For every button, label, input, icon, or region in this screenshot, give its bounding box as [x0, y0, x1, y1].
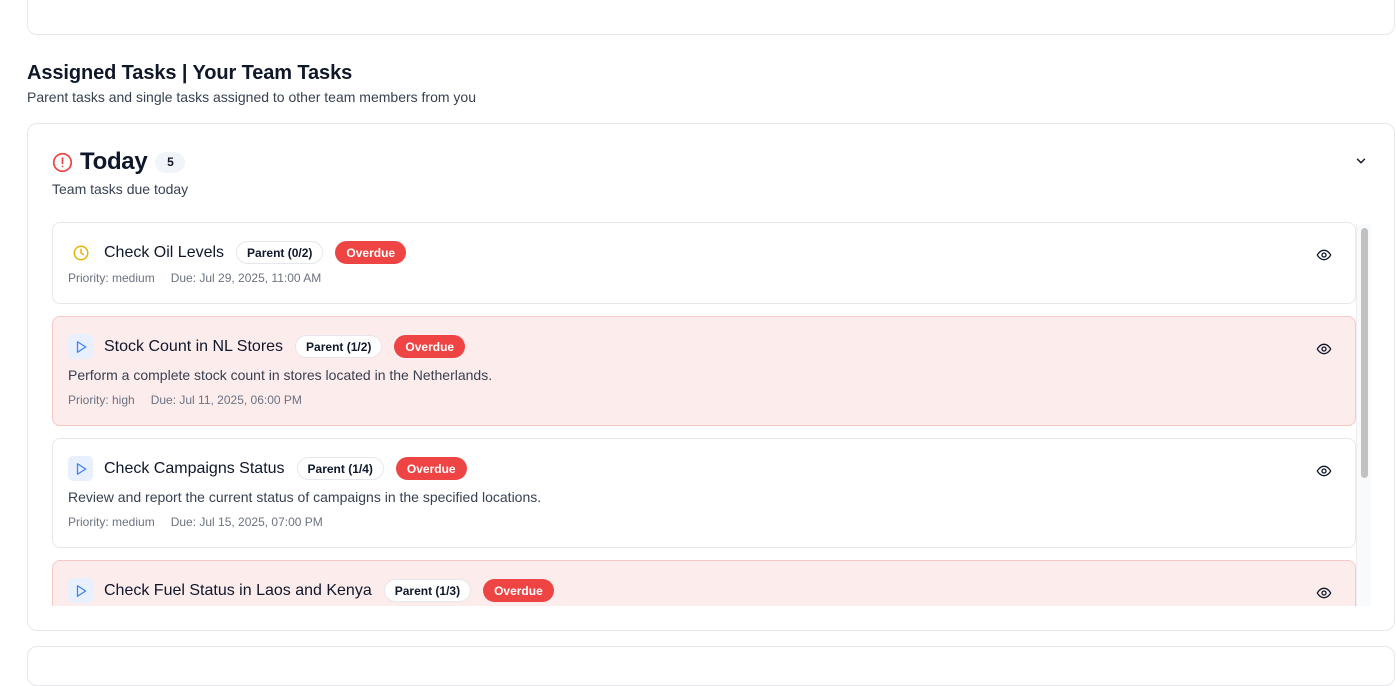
- task-count-badge: 5: [155, 151, 186, 173]
- eye-icon: [1316, 463, 1332, 484]
- eye-icon: [1316, 585, 1332, 606]
- play-icon: [68, 578, 93, 603]
- overdue-badge: Overdue: [483, 579, 554, 602]
- group-title: Today: [80, 148, 148, 175]
- view-task-button[interactable]: [1313, 584, 1335, 606]
- collapse-toggle-button[interactable]: [1348, 150, 1374, 176]
- chevron-down-icon: [1354, 154, 1368, 173]
- group-header: Today 5: [52, 148, 186, 176]
- task-title[interactable]: Check Fuel Status in Laos and Kenya: [104, 582, 372, 600]
- task-due-date: Due: Jul 11, 2025, 06:00 PM: [150, 393, 302, 407]
- play-icon: [68, 456, 93, 481]
- overdue-badge: Overdue: [394, 335, 466, 358]
- task-title[interactable]: Stock Count in NL Stores: [104, 338, 283, 356]
- task-priority: Priority: medium: [68, 271, 155, 285]
- task-list[interactable]: Check Oil Levels Parent (0/2) Overdue Pr…: [52, 222, 1370, 606]
- section-subtitle: Parent tasks and single tasks assigned t…: [27, 89, 476, 105]
- task-list-scrollbar[interactable]: [1356, 224, 1371, 606]
- view-task-button[interactable]: [1313, 340, 1335, 362]
- eye-icon: [1316, 341, 1332, 362]
- task-due-date: Due: Jul 29, 2025, 11:00 AM: [170, 271, 322, 285]
- task-meta: Priority: medium Due: Jul 15, 2025, 07:0…: [68, 515, 323, 529]
- task-meta: Priority: high Due: Jul 11, 2025, 06:00 …: [68, 393, 302, 407]
- task-card[interactable]: Check Campaigns Status Parent (1/4) Over…: [52, 438, 1356, 548]
- overdue-badge: Overdue: [335, 241, 407, 264]
- play-icon: [68, 334, 93, 359]
- today-group-card: Today 5 Team tasks due today Check Oil L…: [27, 123, 1395, 631]
- task-description: Perform a complete stock count in stores…: [68, 367, 493, 383]
- parent-progress-badge: Parent (0/2): [236, 241, 324, 264]
- scrollbar-thumb[interactable]: [1361, 228, 1368, 478]
- clock-icon: [68, 240, 93, 265]
- task-meta: Priority: medium Due: Jul 29, 2025, 11:0…: [68, 271, 321, 285]
- task-description: Review and report the current status of …: [68, 489, 542, 505]
- task-title[interactable]: Check Oil Levels: [104, 244, 224, 262]
- parent-progress-badge: Parent (1/3): [383, 579, 472, 602]
- task-priority: Priority: high: [68, 393, 135, 407]
- parent-progress-badge: Parent (1/4): [296, 457, 384, 480]
- alert-circle-icon: [52, 152, 73, 173]
- overdue-badge: Overdue: [395, 457, 467, 480]
- task-card[interactable]: Check Fuel Status in Laos and Kenya Pare…: [52, 560, 1356, 606]
- view-task-button[interactable]: [1313, 246, 1335, 268]
- parent-progress-badge: Parent (1/2): [295, 335, 383, 358]
- section-title: Assigned Tasks | Your Team Tasks: [27, 62, 353, 84]
- task-card[interactable]: Stock Count in NL Stores Parent (1/2) Ov…: [52, 316, 1356, 426]
- previous-section-card: [27, 0, 1395, 35]
- task-due-date: Due: Jul 15, 2025, 07:00 PM: [170, 515, 323, 529]
- task-title[interactable]: Check Campaigns Status: [104, 460, 285, 478]
- view-task-button[interactable]: [1313, 462, 1335, 484]
- task-card[interactable]: Check Oil Levels Parent (0/2) Overdue Pr…: [52, 222, 1356, 304]
- next-section-card: [27, 646, 1395, 686]
- group-subtitle: Team tasks due today: [52, 181, 189, 197]
- eye-icon: [1316, 247, 1332, 268]
- task-priority: Priority: medium: [68, 515, 155, 529]
